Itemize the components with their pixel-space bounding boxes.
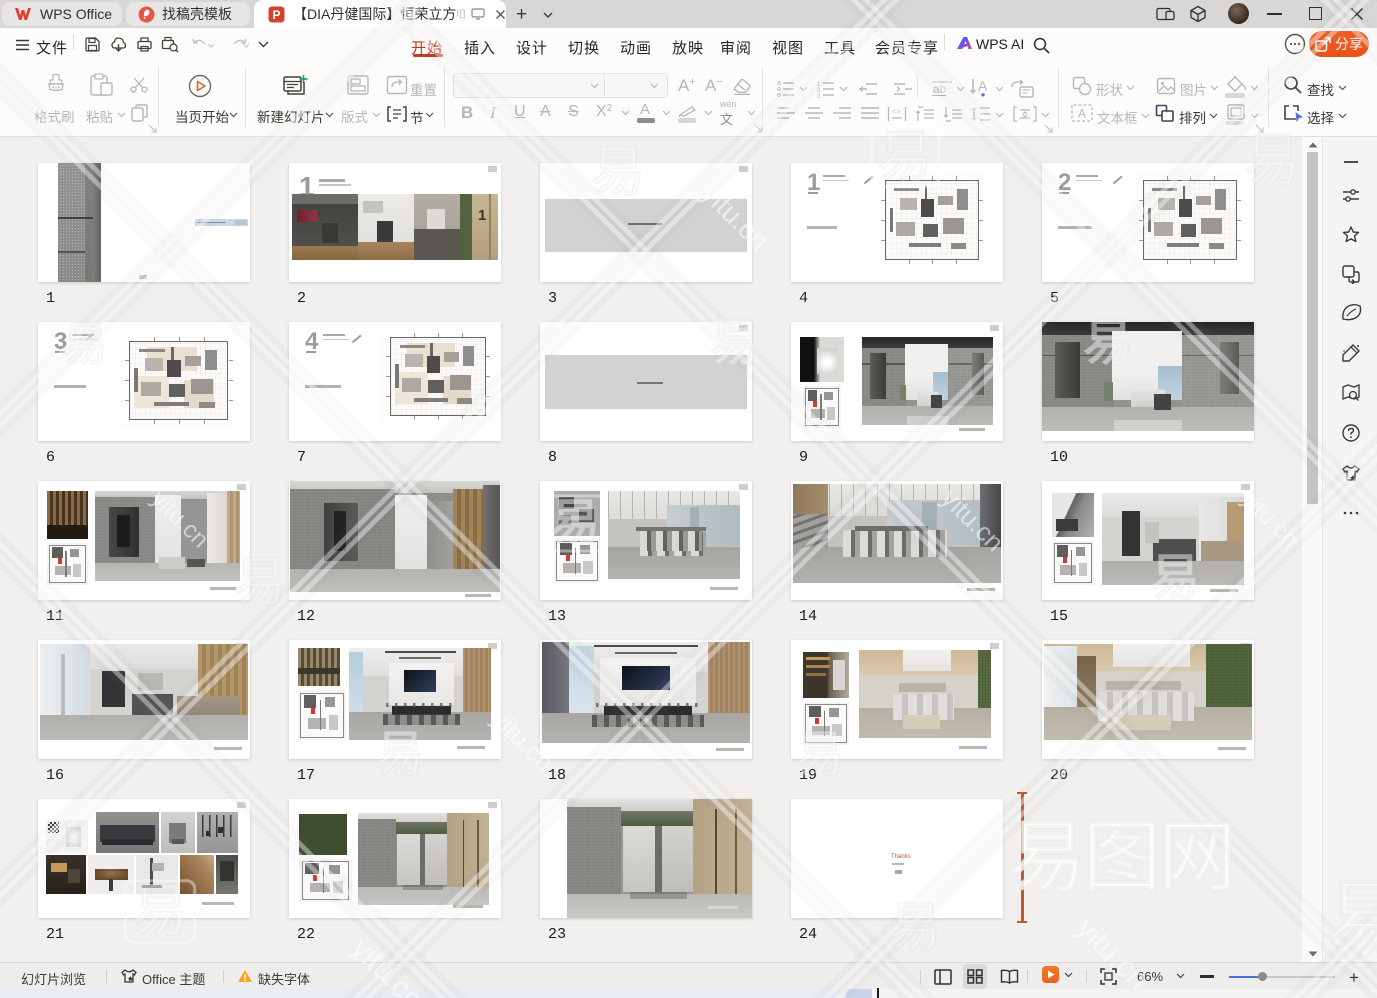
svg-text:<>: <> bbox=[892, 109, 900, 116]
svg-text:A: A bbox=[978, 78, 988, 94]
svg-text:P: P bbox=[272, 7, 280, 21]
svg-text:3: 3 bbox=[817, 94, 821, 98]
svg-text:A: A bbox=[1078, 107, 1086, 121]
svg-text:ab: ab bbox=[933, 82, 947, 96]
